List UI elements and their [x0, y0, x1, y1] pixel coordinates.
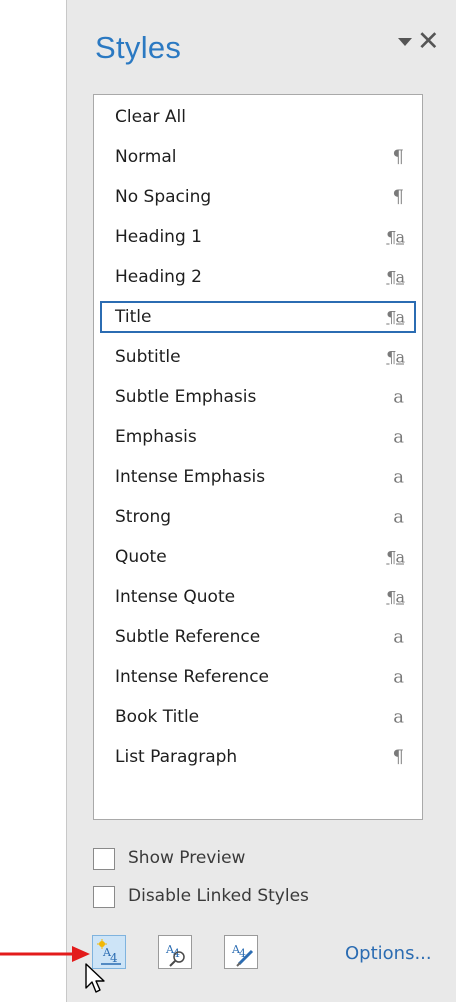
- style-item-label: No Spacing: [115, 187, 212, 207]
- paragraph-style-icon: ¶: [392, 146, 404, 168]
- style-item-label: Strong: [115, 507, 172, 527]
- checkbox-box[interactable]: [93, 848, 115, 870]
- style-item-no-spacing[interactable]: No Spacing ¶: [100, 181, 416, 213]
- character-style-icon: a: [393, 626, 404, 648]
- style-item-clear-all[interactable]: Clear All: [100, 101, 416, 133]
- linked-style-icon: ¶a: [386, 227, 405, 247]
- style-item-label: Subtle Emphasis: [115, 387, 257, 407]
- style-item-subtle-emphasis[interactable]: Subtle Emphasis a: [100, 381, 416, 413]
- linked-style-icon: ¶a: [386, 547, 405, 567]
- style-item-emphasis[interactable]: Emphasis a: [100, 421, 416, 453]
- mouse-pointer-icon: [85, 963, 105, 993]
- style-inspector-icon: A 4: [165, 943, 185, 967]
- close-icon[interactable]: ✕: [417, 27, 440, 57]
- style-item-book-title[interactable]: Book Title a: [100, 701, 416, 733]
- style-inspector-button[interactable]: A 4: [158, 935, 192, 969]
- pane-title: Styles: [95, 30, 182, 65]
- character-style-icon: a: [393, 466, 404, 488]
- style-item-normal[interactable]: Normal ¶: [100, 141, 416, 173]
- style-item-label: Heading 2: [115, 267, 202, 287]
- style-item-label: Emphasis: [115, 427, 197, 447]
- style-item-subtle-reference[interactable]: Subtle Reference a: [100, 621, 416, 653]
- options-link[interactable]: Options...: [345, 943, 432, 964]
- linked-style-icon: ¶a: [386, 347, 405, 367]
- style-item-label: List Paragraph: [115, 747, 238, 767]
- character-style-icon: a: [393, 706, 404, 728]
- style-item-strong[interactable]: Strong a: [100, 501, 416, 533]
- style-item-quote[interactable]: Quote ¶a: [100, 541, 416, 573]
- manage-styles-button[interactable]: A 4: [224, 935, 258, 969]
- checkbox-label: Disable Linked Styles: [128, 886, 309, 906]
- style-item-label: Clear All: [115, 107, 186, 127]
- style-item-title[interactable]: Title ¶a: [100, 301, 416, 333]
- style-item-subtitle[interactable]: Subtitle ¶a: [100, 341, 416, 373]
- show-preview-checkbox[interactable]: Show Preview: [93, 846, 353, 872]
- character-style-icon: a: [393, 506, 404, 528]
- character-style-icon: a: [393, 426, 404, 448]
- paragraph-style-icon: ¶: [392, 186, 404, 208]
- linked-style-icon: ¶a: [386, 587, 405, 607]
- style-item-label: Intense Emphasis: [115, 467, 266, 487]
- svg-text:4: 4: [110, 951, 118, 965]
- checkbox-label: Show Preview: [128, 848, 246, 868]
- style-item-heading-2[interactable]: Heading 2 ¶a: [100, 261, 416, 293]
- style-item-label: Book Title: [115, 707, 200, 727]
- manage-styles-icon: A 4: [231, 943, 254, 967]
- linked-style-icon: ¶a: [386, 307, 405, 327]
- style-item-label: Intense Reference: [115, 667, 270, 687]
- style-list[interactable]: Clear All Normal ¶ No Spacing ¶ Heading …: [93, 94, 423, 820]
- styles-pane: Styles ✕ Clear All Normal ¶ No Spacing ¶…: [66, 0, 456, 1002]
- checkbox-box[interactable]: [93, 886, 115, 908]
- character-style-icon: a: [393, 386, 404, 408]
- style-item-label: Title: [115, 307, 152, 327]
- style-item-label: Heading 1: [115, 227, 202, 247]
- style-item-heading-1[interactable]: Heading 1 ¶a: [100, 221, 416, 253]
- style-item-intense-reference[interactable]: Intense Reference a: [100, 661, 416, 693]
- pane-options-dropdown-icon[interactable]: [398, 38, 412, 46]
- style-item-intense-quote[interactable]: Intense Quote ¶a: [100, 581, 416, 613]
- red-arrow-annotation: [0, 946, 90, 962]
- style-item-label: Subtitle: [115, 347, 181, 367]
- character-style-icon: a: [393, 666, 404, 688]
- style-item-label: Quote: [115, 547, 167, 567]
- style-item-label: Subtle Reference: [115, 627, 261, 647]
- paragraph-style-icon: ¶: [392, 746, 404, 768]
- style-item-label: Normal: [115, 147, 177, 167]
- linked-style-icon: ¶a: [386, 267, 405, 287]
- style-item-intense-emphasis[interactable]: Intense Emphasis a: [100, 461, 416, 493]
- style-item-label: Intense Quote: [115, 587, 236, 607]
- disable-linked-styles-checkbox[interactable]: Disable Linked Styles: [93, 884, 393, 910]
- style-item-list-paragraph[interactable]: List Paragraph ¶: [100, 741, 416, 773]
